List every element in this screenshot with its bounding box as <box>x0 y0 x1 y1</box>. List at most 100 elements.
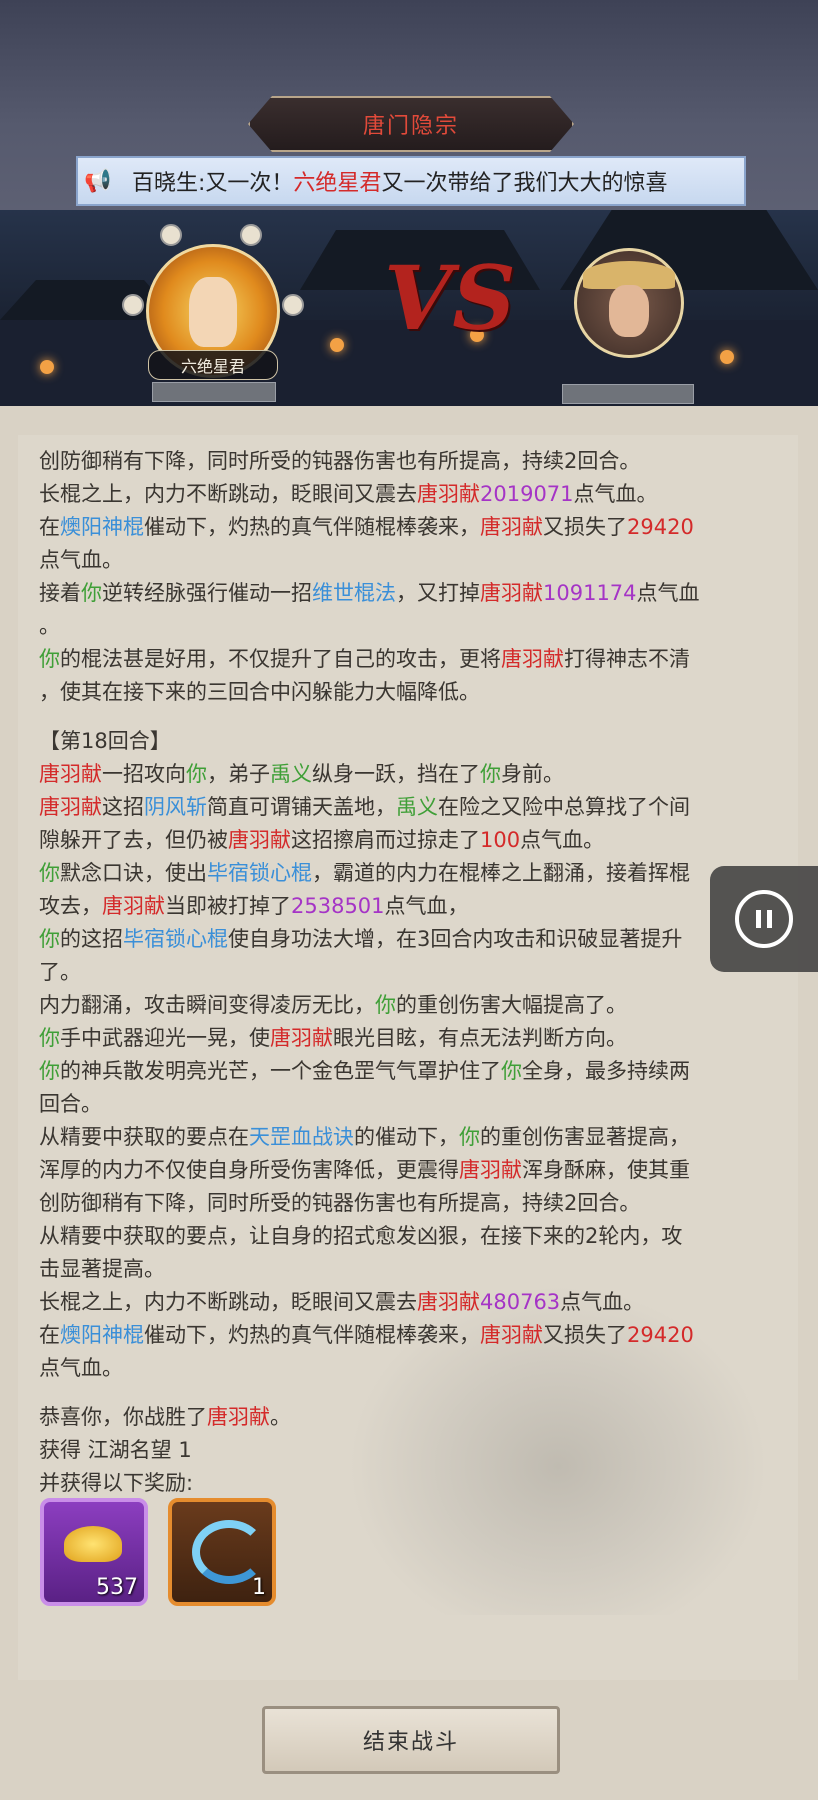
log-line: 内力翻涌，攻击瞬间变得凌厉无比，你的重创伤害大幅提高了。 <box>39 989 789 1022</box>
log-segment: 在险之又险中总算找了个间 <box>438 795 690 819</box>
pause-button[interactable] <box>710 866 818 972</box>
log-segment: ，又打掉 <box>396 581 480 605</box>
log-line: 浑厚的内力不仅使自身所受伤害降低，更震得唐羽献浑身酥麻，使其重 <box>39 1154 789 1187</box>
log-segment: 在 <box>39 1323 60 1347</box>
log-segment: 一招攻向 <box>102 762 186 786</box>
megaphone-icon: 📢 <box>84 168 112 194</box>
log-segment: 你 <box>375 993 396 1017</box>
reward-item-swirl[interactable]: 1 <box>168 1498 276 1606</box>
log-segment: 又损失了 <box>543 1323 627 1347</box>
reward-item-gold[interactable]: 537 <box>40 1498 148 1606</box>
log-segment: 维世棍法 <box>312 581 396 605</box>
log-segment: 使自身功法大增，在3回合内攻击和识破显著提升 <box>228 927 683 951</box>
enemy-face <box>609 285 649 337</box>
title-plate: 唐门隐宗 <box>248 96 574 152</box>
log-segment: 唐羽献 <box>270 1026 333 1050</box>
log-segment: 创防御稍有下降，同时所受的钝器伤害也有所提高，持续2回合。 <box>39 449 641 473</box>
log-segment: 2538501 <box>291 894 385 918</box>
log-segment: 你 <box>39 647 60 671</box>
announcement-ticker: 📢 百晓生:又一次！六绝星君又一次带给了我们大大的惊喜 <box>76 156 746 206</box>
lantern-icon <box>720 350 734 364</box>
reward-quantity: 537 <box>96 1575 138 1600</box>
ticker-name: 六绝星君 <box>293 171 382 196</box>
log-line: 在燠阳神棍催动下，灼热的真气伴随棍棒袭来，唐羽献又损失了29420 <box>39 1319 789 1352</box>
battle-arena: 六绝星君 VS <box>0 210 818 406</box>
log-segment: 2019071 <box>480 482 574 506</box>
log-segment: 【第18回合】 <box>39 729 171 753</box>
log-segment: 唐羽献 <box>207 1405 270 1429</box>
log-segment: 点气血 <box>636 581 700 605</box>
page-title: 唐门隐宗 <box>362 114 459 139</box>
log-line: 。 <box>39 610 789 643</box>
log-segment: 的神兵散发明亮光芒，一个金色罡气气罩护住了 <box>60 1059 501 1083</box>
log-segment: 480763 <box>480 1290 561 1314</box>
log-line: 接着你逆转经脉强行催动一招维世棍法，又打掉唐羽献1091174点气血 <box>39 577 789 610</box>
log-segment: 唐羽献 <box>501 647 564 671</box>
log-segment: 唐羽献 <box>459 1158 522 1182</box>
log-segment: 全身，最多持续两 <box>522 1059 690 1083</box>
log-segment: 这招擦肩而过掠走了 <box>291 828 480 852</box>
log-segment: 纵身一跃，挡在了 <box>312 762 480 786</box>
pause-icon <box>735 890 793 948</box>
log-segment: 点气血。 <box>39 1356 123 1380</box>
log-segment: 。 <box>39 614 60 638</box>
log-segment: 唐羽献 <box>417 482 480 506</box>
log-segment: 点气血， <box>384 894 469 918</box>
log-segment: 唐羽献 <box>228 828 291 852</box>
log-segment: 击显著提高。 <box>39 1257 165 1281</box>
log-line: 你默念口诀，使出毕宿锁心棍，霸道的内力在棍棒之上翻涌，接着挥棍 <box>39 857 789 890</box>
log-segment: 了。 <box>39 960 81 984</box>
log-gap <box>39 1385 789 1401</box>
log-segment: 你 <box>459 1125 480 1149</box>
log-segment: 接着 <box>39 581 81 605</box>
log-line: 攻去，唐羽献当即被打掉了2538501点气血， <box>39 890 789 923</box>
log-line: 你的神兵散发明亮光芒，一个金色罡气气罩护住了你全身，最多持续两 <box>39 1055 789 1088</box>
log-segment: 唐羽献 <box>417 1290 480 1314</box>
log-segment: 催动下，灼热的真气伴随棍棒袭来， <box>144 1323 480 1347</box>
log-segment: 当即被打掉了 <box>165 894 291 918</box>
log-segment: 毕宿锁心棍 <box>123 927 228 951</box>
log-segment: 禹义 <box>396 795 438 819</box>
element-orb-icon <box>282 294 304 316</box>
player-face <box>189 277 237 347</box>
log-segment: 的棍法甚是好用，不仅提升了自己的攻击，更将 <box>60 647 501 671</box>
log-segment: 又损失了 <box>543 515 627 539</box>
log-segment: 唐羽献 <box>480 1323 543 1347</box>
log-line: 你的棍法甚是好用，不仅提升了自己的攻击，更将唐羽献打得神志不清 <box>39 643 789 676</box>
log-line: 唐羽献一招攻向你，弟子禹义纵身一跃，挡在了你身前。 <box>39 758 789 791</box>
battle-log-panel[interactable]: 创防御稍有下降，同时所受的钝器伤害也有所提高，持续2回合。长棍之上，内力不断跳动… <box>18 435 798 1680</box>
end-battle-button[interactable]: 结束战斗 <box>262 1706 560 1774</box>
log-segment: 你 <box>39 1059 60 1083</box>
ticker-suffix: 又一次带给了我们大大的惊喜 <box>381 171 668 196</box>
end-battle-label: 结束战斗 <box>362 1730 459 1755</box>
log-line: 长棍之上，内力不断跳动，眨眼间又震去唐羽献480763点气血。 <box>39 1286 789 1319</box>
log-line: 你的这招毕宿锁心棍使自身功法大增，在3回合内攻击和识破显著提升 <box>39 923 789 956</box>
log-segment: 从精要中获取的要点，让自身的招式愈发凶狠，在接下来的2轮内，攻 <box>39 1224 683 1248</box>
log-line: 点气血。 <box>39 1352 789 1385</box>
log-segment: 禹义 <box>270 762 312 786</box>
log-line: 点气血。 <box>39 544 789 577</box>
log-segment: 你 <box>501 1059 522 1083</box>
log-segment: 唐羽献 <box>39 795 102 819</box>
log-segment: 默念口诀，使出 <box>60 861 207 885</box>
log-segment: 在 <box>39 515 60 539</box>
log-segment: 燠阳神棍 <box>60 515 144 539</box>
log-line: 获得 江湖名望 1 <box>39 1434 789 1467</box>
log-segment: 唐羽献 <box>480 581 543 605</box>
log-segment: 恭喜你，你战胜了 <box>39 1405 207 1429</box>
log-segment: 从精要中获取的要点在 <box>39 1125 249 1149</box>
player-name: 六绝星君 <box>180 357 245 376</box>
log-segment: 唐羽献 <box>39 762 102 786</box>
log-line: 从精要中获取的要点，让自身的招式愈发凶狠，在接下来的2轮内，攻 <box>39 1220 789 1253</box>
log-segment: 简直可谓铺天盖地， <box>207 795 396 819</box>
player-hp-bar <box>152 382 276 402</box>
log-segment: ，使其在接下来的三回合中闪躲能力大幅降低。 <box>39 680 480 704</box>
log-line: ，使其在接下来的三回合中闪躲能力大幅降低。 <box>39 676 789 709</box>
element-orb-icon <box>122 294 144 316</box>
log-segment: 手中武器迎光一晃，使 <box>60 1026 270 1050</box>
player-name-plate: 六绝星君 <box>148 350 278 380</box>
ticker-text: 百晓生:又一次！六绝星君又一次带给了我们大大的惊喜 <box>118 165 667 197</box>
log-segment: 1091174 <box>543 581 637 605</box>
log-segment: 眼光目眩，有点无法判断方向。 <box>333 1026 627 1050</box>
log-segment: 29420 <box>627 1323 694 1347</box>
